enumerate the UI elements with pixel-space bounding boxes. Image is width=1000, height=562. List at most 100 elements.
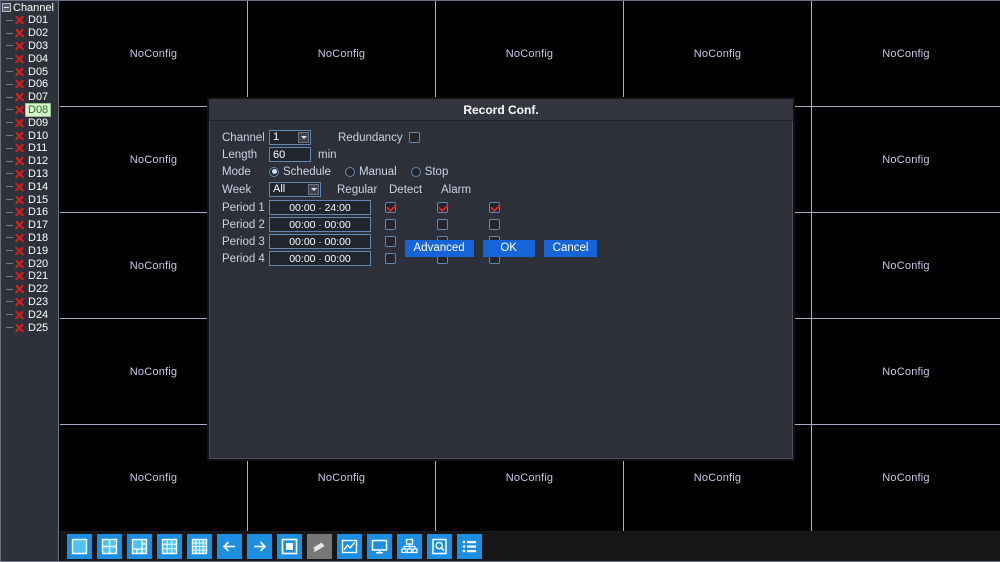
week-select[interactable]: All xyxy=(269,182,321,197)
channel-tree-item[interactable]: D20 xyxy=(1,257,58,270)
next-page-arrow-icon[interactable] xyxy=(247,533,272,559)
video-cell[interactable]: NoConfig xyxy=(812,213,1000,319)
length-input[interactable]: 60 xyxy=(269,147,311,162)
channel-tree-item[interactable]: D01 xyxy=(1,14,58,27)
network-tree-icon[interactable] xyxy=(397,533,422,559)
video-cell[interactable]: NoConfig xyxy=(812,107,1000,213)
fullscreen-icon[interactable] xyxy=(277,533,302,559)
cancel-button[interactable]: Cancel xyxy=(543,240,598,257)
channel-tree-item[interactable]: D13 xyxy=(1,168,58,181)
channel-tree-item[interactable]: D06 xyxy=(1,78,58,91)
mode-radio-option[interactable]: Schedule xyxy=(269,166,331,178)
period-regular-checkbox[interactable] xyxy=(385,219,396,230)
tree-branch-line xyxy=(6,327,13,329)
view-six-icon[interactable] xyxy=(127,533,152,559)
dialog-title: Record Conf. xyxy=(209,99,793,121)
period-detect-checkbox[interactable] xyxy=(437,202,448,213)
radio-button-icon[interactable] xyxy=(410,166,421,177)
view-quad-icon[interactable] xyxy=(97,533,122,559)
period-label: Period 2 xyxy=(222,218,265,231)
channel-offline-x-icon xyxy=(13,155,25,167)
channel-tree-item[interactable]: D02 xyxy=(1,27,58,40)
period-alarm-checkbox[interactable] xyxy=(489,219,500,230)
channel-tree-item-label: D14 xyxy=(28,180,49,193)
channel-tree-item[interactable]: D09 xyxy=(1,116,58,129)
tree-branch-line xyxy=(6,301,13,303)
video-cell[interactable]: NoConfig xyxy=(812,425,1000,531)
channel-tree-item[interactable]: D22 xyxy=(1,283,58,296)
period-detect-checkbox[interactable] xyxy=(437,219,448,230)
video-cell[interactable]: NoConfig xyxy=(812,319,1000,425)
period-end-time: 24:00 xyxy=(324,201,351,214)
channel-offline-x-icon xyxy=(13,194,25,206)
view-single-icon[interactable] xyxy=(67,533,92,559)
tree-branch-line xyxy=(6,45,13,47)
advanced-button[interactable]: Advanced xyxy=(404,240,474,257)
ok-button[interactable]: OK xyxy=(482,240,535,257)
channel-tree-item-label: D13 xyxy=(28,167,49,180)
mode-radio-option[interactable]: Manual xyxy=(344,166,397,178)
main-menu-list-icon[interactable] xyxy=(457,533,482,559)
tree-branch-line xyxy=(6,224,13,226)
channel-tree-item[interactable]: D03 xyxy=(1,40,58,53)
period-regular-checkbox[interactable] xyxy=(385,202,396,213)
tree-branch-line xyxy=(6,135,13,137)
period-time-range-input[interactable]: 00:00-00:00 xyxy=(269,217,371,232)
channel-tree-item[interactable]: D24 xyxy=(1,308,58,321)
channel-offline-x-icon xyxy=(13,283,25,295)
channel-tree-root[interactable]: Channel xyxy=(1,1,58,14)
video-cell[interactable]: NoConfig xyxy=(624,1,812,107)
period-row: Period 2 00:00-00:00 xyxy=(222,216,793,233)
channel-tree-item[interactable]: D25 xyxy=(1,321,58,334)
channel-tree-item[interactable]: D10 xyxy=(1,129,58,142)
channel-tree-item[interactable]: D15 xyxy=(1,193,58,206)
channel-tree-item[interactable]: D19 xyxy=(1,244,58,257)
tree-collapse-icon[interactable] xyxy=(2,3,11,12)
tree-branch-line xyxy=(6,32,13,34)
chevron-down-icon[interactable] xyxy=(298,132,309,143)
mode-radio-option[interactable]: Stop xyxy=(410,166,448,178)
channel-tree-item[interactable]: D07 xyxy=(1,91,58,104)
channel-tree-item[interactable]: D11 xyxy=(1,142,58,155)
chevron-down-icon[interactable] xyxy=(308,184,319,195)
channel-tree-item[interactable]: D21 xyxy=(1,270,58,283)
period-time-range-input[interactable]: 00:00-24:00 xyxy=(269,200,371,215)
channel-tree-item[interactable]: D05 xyxy=(1,65,58,78)
display-monitor-icon[interactable] xyxy=(367,533,392,559)
record-conf-dialog: Record Conf. Channel 1 Redundancy Length… xyxy=(207,97,795,461)
tree-branch-line xyxy=(6,263,13,265)
video-cell[interactable]: NoConfig xyxy=(812,1,1000,107)
video-cell-status: NoConfig xyxy=(882,259,930,272)
channel-tree-item[interactable]: D23 xyxy=(1,296,58,309)
channel-tree-item-label: D21 xyxy=(28,270,49,283)
prev-page-arrow-icon[interactable] xyxy=(217,533,242,559)
channel-tree-item[interactable]: D04 xyxy=(1,52,58,65)
tree-branch-line xyxy=(6,109,13,111)
radio-button-icon[interactable] xyxy=(344,166,355,177)
video-cell-status: NoConfig xyxy=(882,153,930,166)
view-nine-icon[interactable] xyxy=(157,533,182,559)
view-sixteen-icon[interactable] xyxy=(187,533,212,559)
nvr-live-view-screen: Channel D01 D02 D03 D04 D05 D06 D07 D08 D09 D10 D1… xyxy=(0,0,1000,562)
channel-tree-item[interactable]: D16 xyxy=(1,206,58,219)
tree-branch-line xyxy=(6,237,13,239)
video-cell-status: NoConfig xyxy=(505,472,554,484)
video-cell[interactable]: NoConfig xyxy=(248,1,436,107)
video-cell[interactable]: NoConfig xyxy=(436,1,624,107)
channel-tree-item[interactable]: D14 xyxy=(1,180,58,193)
radio-button-icon[interactable] xyxy=(269,166,279,177)
disk-search-icon[interactable] xyxy=(427,533,452,559)
period-alarm-checkbox[interactable] xyxy=(489,202,500,213)
redundancy-checkbox[interactable] xyxy=(408,132,420,143)
video-cell[interactable]: NoConfig xyxy=(60,1,248,107)
channel-tree-item[interactable]: D18 xyxy=(1,232,58,245)
channel-offline-x-icon xyxy=(13,14,25,26)
dialog-body: Channel 1 Redundancy Length 60 min Mode xyxy=(209,121,793,267)
channel-tree-item[interactable]: D08 xyxy=(1,102,58,117)
tree-branch-line xyxy=(6,83,13,85)
channel-select[interactable]: 1 xyxy=(269,130,311,145)
channel-tree-item[interactable]: D17 xyxy=(1,219,58,232)
channel-tree-item[interactable]: D12 xyxy=(1,155,58,168)
channel-tree-item-label: D16 xyxy=(28,206,49,219)
color-adjust-icon[interactable] xyxy=(337,533,362,559)
